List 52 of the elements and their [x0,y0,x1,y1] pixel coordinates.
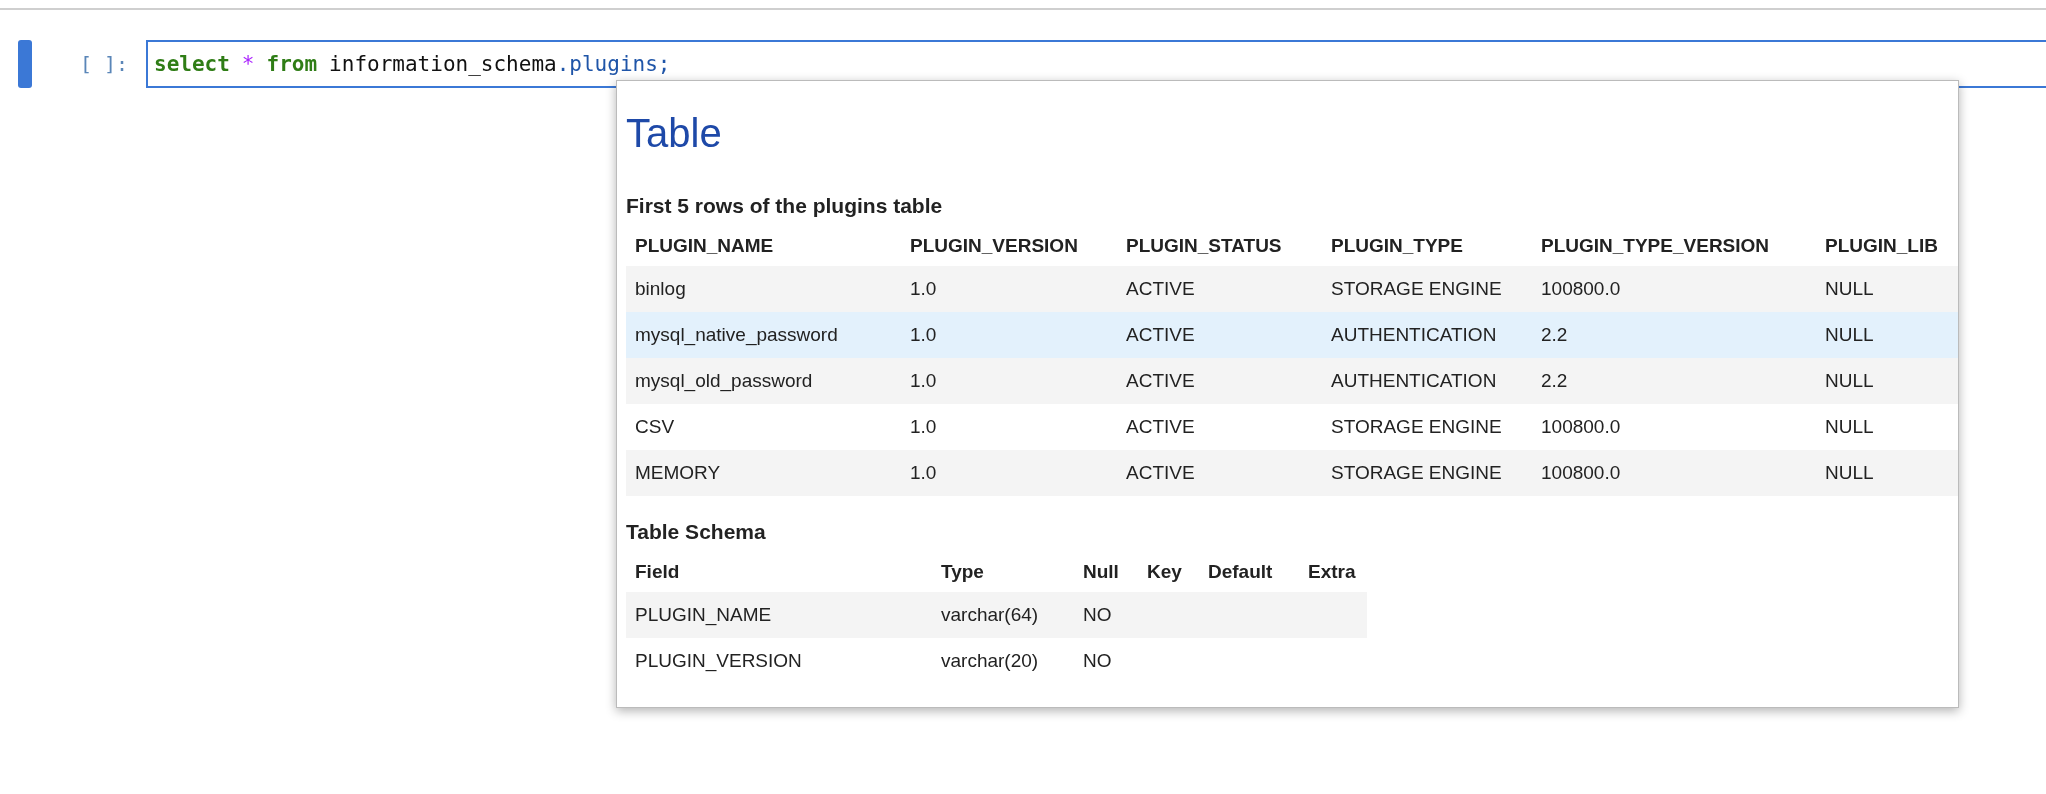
table-cell-text: ACTIVE [1125,462,1196,484]
column-header: Extra [1307,561,1357,583]
column-header: Default [1207,561,1274,583]
column-header: Type [940,561,985,583]
section-heading: First 5 rows of the plugins table [626,194,944,218]
table-cell-text: ACTIVE [1125,370,1196,392]
table-cell-text: varchar(64) [940,604,1040,626]
column-header: PLUGIN_LIB [1824,235,1939,257]
column-header: PLUGIN_VERSION [909,235,1079,257]
table-cell-text: AUTHENTICATION [1330,370,1498,392]
table-cell-text: mysql_native_password [634,324,839,346]
table-cell-text: 2.2 [1540,370,1569,392]
table-cell-text: MEMORY [634,462,722,484]
table-cell-text: PLUGIN_VERSION [634,650,803,672]
table-cell-text: 1.0 [909,324,938,346]
table-cell-text: 1.0 [909,278,938,300]
column-header: Field [634,561,681,583]
table-cell-text: 1.0 [909,416,938,438]
table-cell-text: STORAGE ENGINE [1330,462,1503,484]
column-header: PLUGIN_STATUS [1125,235,1283,257]
table-cell-text: ACTIVE [1125,278,1196,300]
table-cell-text: PLUGIN_NAME [634,604,773,626]
table-cell-text: 2.2 [1540,324,1569,346]
tooltip-title: Table [626,111,723,156]
table-cell-text: 1.0 [909,462,938,484]
column-header: PLUGIN_NAME [634,235,775,257]
table-cell-text: NULL [1824,416,1875,438]
table-cell-text: ACTIVE [1125,416,1196,438]
table-cell-text: NULL [1824,370,1875,392]
table-cell-text: 1.0 [909,370,938,392]
column-header: PLUGIN_TYPE [1330,235,1464,257]
table-cell-text: mysql_old_password [634,370,814,392]
table-cell-text: NULL [1824,278,1875,300]
table-cell-text: NO [1082,604,1113,626]
table-cell-text: NULL [1824,462,1875,484]
table-cell-text: ACTIVE [1125,324,1196,346]
column-header: Null [1082,561,1120,583]
table-cell-text: CSV [634,416,676,438]
table-cell-text: STORAGE ENGINE [1330,416,1503,438]
column-header: Key [1146,561,1183,583]
table-cell-text: 100800.0 [1540,462,1622,484]
column-header: PLUGIN_TYPE_VERSION [1540,235,1771,257]
table-cell-text: 100800.0 [1540,416,1622,438]
table-cell-text: STORAGE ENGINE [1330,278,1503,300]
section-heading: Table Schema [626,520,767,544]
table-cell-text: varchar(20) [940,650,1040,672]
table-cell-text: 100800.0 [1540,278,1622,300]
cell-prompt: [ ]: [80,52,130,76]
table-cell-text: NULL [1824,324,1875,346]
table-cell-text: NO [1082,650,1113,672]
table-cell-text: AUTHENTICATION [1330,324,1498,346]
table-cell-text: binlog [634,278,687,300]
